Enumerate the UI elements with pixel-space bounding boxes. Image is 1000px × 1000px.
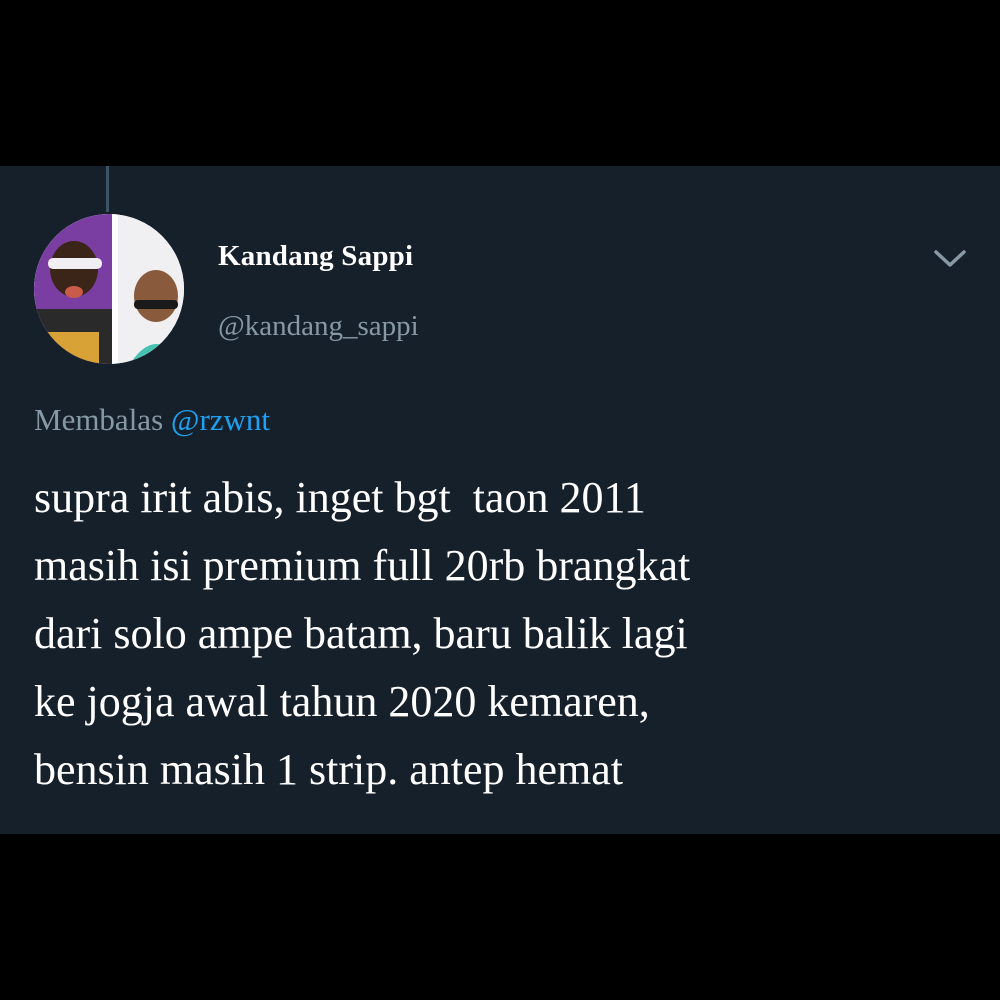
tweet-text-line: bensin masih 1 strip. antep hemat: [34, 745, 623, 794]
reply-prefix: Membalas: [34, 402, 164, 437]
avatar-image: [34, 214, 184, 364]
author-handle[interactable]: @kandang_sappi: [218, 310, 419, 343]
author-display-name[interactable]: Kandang Sappi: [218, 240, 413, 273]
tweet-text: supra irit abis, inget bgt taon 2011 mas…: [34, 464, 974, 804]
reply-target-link[interactable]: @rzwnt: [171, 402, 270, 437]
tweet-text-line: supra irit abis, inget bgt taon 2011: [34, 473, 646, 522]
tweet-text-line: dari solo ampe batam, baru balik lagi: [34, 609, 688, 658]
tweet-text-line: ke jogja awal tahun 2020 kemaren,: [34, 677, 650, 726]
thread-connector-line: [106, 166, 109, 212]
reply-context: Membalas @rzwnt: [34, 402, 270, 438]
profile-photo-icon[interactable]: [34, 214, 184, 364]
tweet-text-line: masih isi premium full 20rb brangkat: [34, 541, 691, 590]
chevron-down-icon[interactable]: [930, 244, 970, 272]
